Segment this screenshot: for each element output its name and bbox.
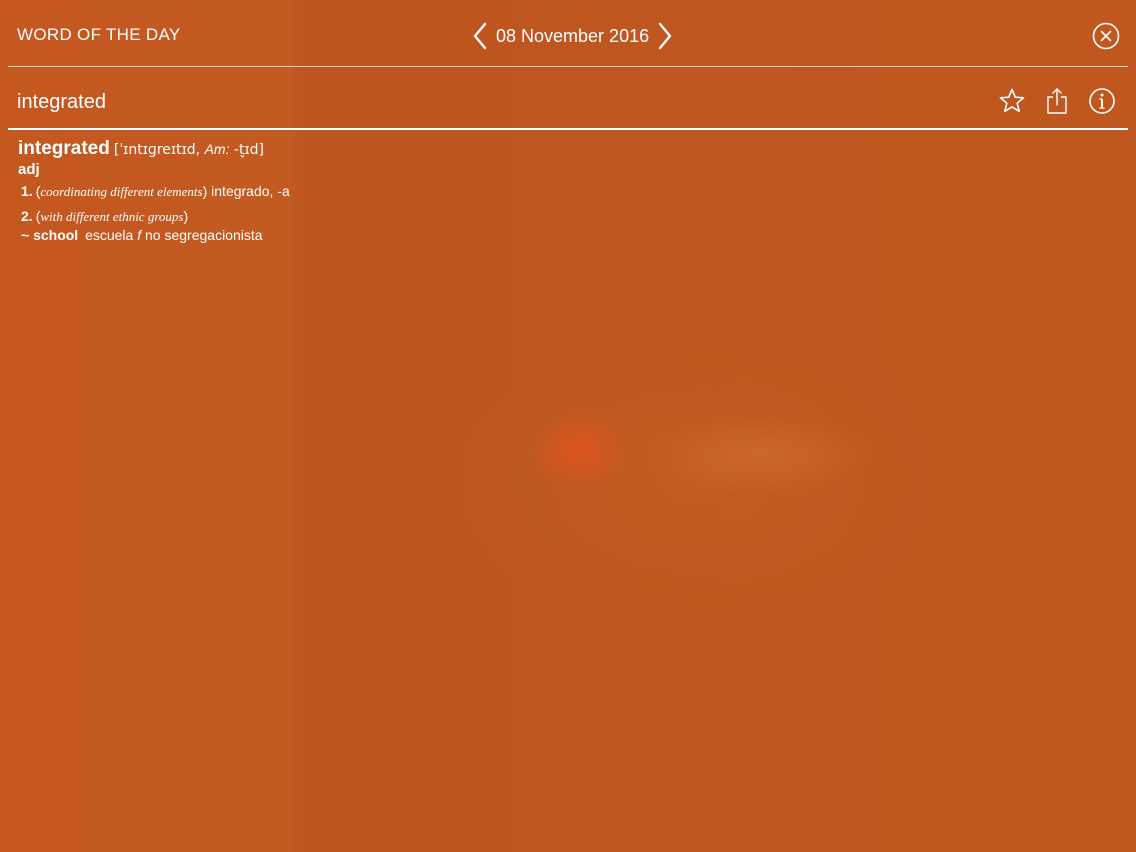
sense-gloss: with different ethnic groups [40,209,184,224]
favorite-button[interactable] [998,87,1026,115]
entry-head: integrated [ˈɪntɪɡreɪtɪd, Am: -t̬ɪd] [18,138,718,161]
entry-headword: integrated [18,138,110,159]
page-title: WORD OF THE DAY [17,25,181,44]
close-button[interactable] [1091,21,1121,51]
example-text-before: escuela [81,227,138,243]
chevron-right-icon [658,22,672,50]
info-circle-icon [1089,88,1115,114]
share-button[interactable] [1043,87,1071,115]
sense-1: 1. (coordinating different elements) inte… [18,182,718,201]
top-bar: WORD OF THE DAY 08 November 2016 [0,0,1136,68]
close-circle-icon [1092,22,1120,50]
pronunciation-am: -t̬ɪd] [229,142,265,158]
share-icon [1047,88,1067,114]
pronunciation: [ˈɪntɪɡreɪtɪd, Am: -t̬ɪd] [113,141,265,158]
pronunciation-am-label: Am: [204,141,230,157]
headword-bar-word: integrated [17,91,106,113]
sense-translation: integrado, -a [207,183,290,199]
chevron-left-icon [473,22,487,50]
example-phrase: ~ school escuela f no segregacionista [18,226,718,244]
sense-gloss: coordinating different elements [40,184,203,199]
gloss-close: ) [183,208,189,224]
headword-bar: integrated [0,67,1136,129]
next-day-button[interactable] [653,20,677,52]
current-date: 08 November 2016 [496,26,650,46]
sense-number: 1. [21,183,33,199]
star-outline-icon [999,88,1025,113]
part-of-speech: adj [18,161,40,178]
sense-2: 2. (with different ethnic groups) [18,207,718,226]
sense-number: 2. [21,208,33,224]
example-text-after: no segregacionista [141,227,263,243]
pronunciation-uk: [ˈɪntɪɡreɪtɪd, [113,142,205,158]
dictionary-entry: integrated [ˈɪntɪɡreɪtɪd, Am: -t̬ɪd] adj … [18,138,718,244]
info-button[interactable] [1088,87,1116,115]
date-navigator: 08 November 2016 [468,20,677,52]
example-headphrase: ~ school [21,227,79,243]
entry-divider [8,128,1128,130]
previous-day-button[interactable] [468,20,492,52]
